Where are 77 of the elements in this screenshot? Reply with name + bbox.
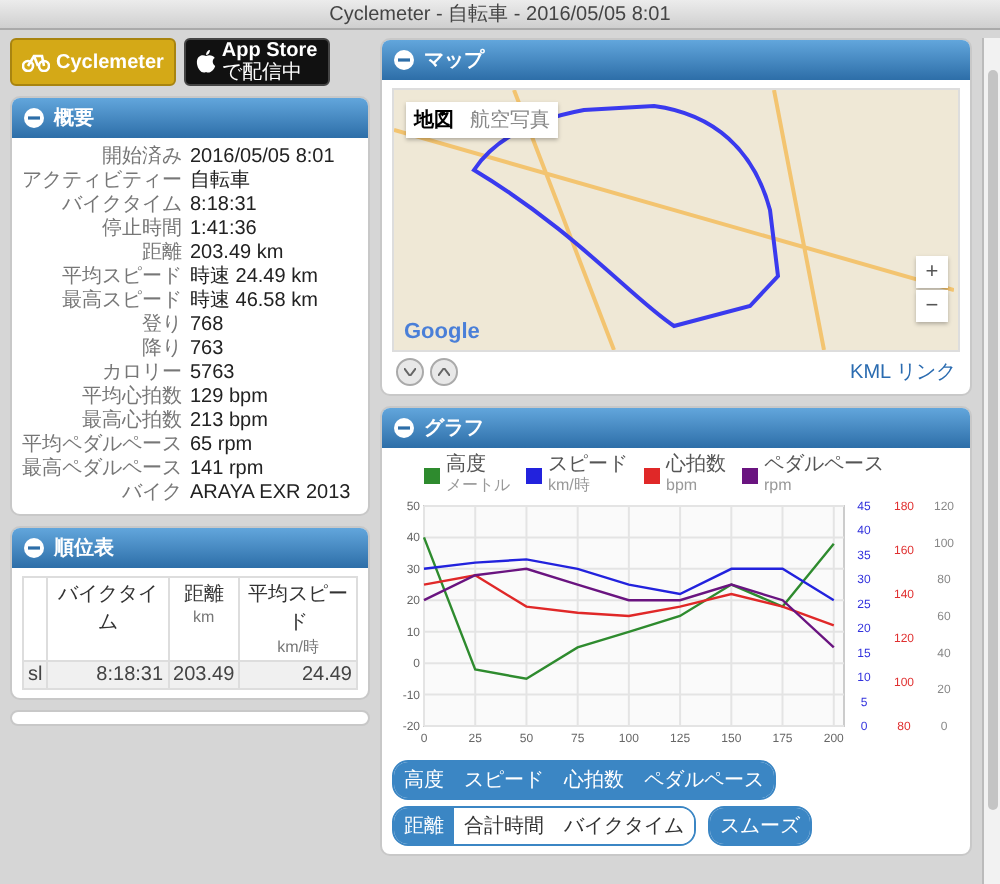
map-type-tab[interactable]: 航空写真 [462,102,558,138]
field-value: 8:18:31 [190,194,257,218]
field-label: アクティビティー [22,170,182,194]
legend-unit: km/時 [548,476,592,494]
app-store-badge[interactable]: App Store で配信中 [183,38,330,86]
field-value: 時速 46.58 km [190,290,318,314]
scrollbar-thumb[interactable] [987,70,997,810]
toggle-button[interactable]: 距離 [394,808,454,844]
legend-label: 高度 [446,456,488,476]
toggle-button[interactable]: 高度 [394,762,454,798]
field-value: 自転車 [190,170,250,194]
chevron-up-icon [438,368,450,376]
collapse-icon[interactable] [24,108,44,128]
badge-label: App Store [221,40,318,62]
panel-title: グラフ [424,416,484,442]
legend-label: 心拍数 [666,456,726,476]
toggle-button[interactable]: スムーズ [710,808,810,844]
kml-link[interactable]: KML リンク [850,358,956,386]
field-label: 平均心拍数 [80,386,182,409]
field-value: 1:41:36 [190,218,257,242]
field-label: 平均ペダルペース [22,434,182,457]
field-label: バイク [120,482,182,506]
zoom-out-button[interactable]: − [916,290,948,322]
legend-label: ペダルペース [764,456,884,476]
collapse-icon[interactable] [394,50,414,70]
field-value: 213 bpm [190,410,268,434]
window-title: Cyclemeter - 自転車 - 2016/05/05 8:01 [329,1,671,28]
map-type-tab[interactable]: 地図 [406,102,462,138]
field-value: 5763 [190,362,235,386]
badge-sublabel: で配信中 [221,64,304,84]
scrollbar[interactable] [982,38,1000,884]
field-value: 2016/05/05 8:01 [190,146,335,169]
field-value: 763 [190,338,224,362]
panel-title: 概要 [54,105,94,132]
field-value: 129 bpm [190,386,268,410]
panel-title: マップ [424,46,484,74]
collapse-icon[interactable] [394,418,414,438]
field-label: 最高心拍数 [80,410,182,434]
legend-unit: メートル [446,476,510,494]
chevron-down-icon [404,368,416,376]
apple-icon [195,50,216,74]
field-value: 65 rpm [190,434,253,458]
map-logo: Google [404,320,480,344]
collapse-button[interactable] [396,358,424,386]
field-label: 最高スピード [60,290,182,314]
table-header [23,577,48,661]
field-value: 時速 24.49 km [190,266,318,289]
field-value: 768 [190,314,224,338]
legend-unit: rpm [764,476,794,494]
zoom-in-button[interactable]: + [916,256,948,288]
field-label: 登り [140,314,182,338]
legend-label: スピード [548,456,628,476]
bicycle-icon [22,52,50,72]
field-label: バイクタイム [60,194,182,217]
table-cell: 8:18:31 [47,661,169,689]
legend-unit: bpm [666,476,700,494]
field-label: 停止時間 [100,218,182,242]
toggle-button[interactable]: 心拍数 [554,762,634,798]
field-value: 141 rpm [190,458,264,482]
field-value: 203.49 km [190,242,284,265]
collapse-icon[interactable] [24,538,44,558]
badge-label: Cyclemeter [56,51,164,73]
field-label: 降り [140,338,182,362]
map-placeholder[interactable]: 地図 航空写真 + − Google [392,88,960,352]
toggle-button[interactable]: ペダルペース [634,762,774,798]
field-label: 開始済み [100,146,182,170]
toggle-button[interactable]: スピード [454,762,554,798]
table-cell: 24.49 [239,661,357,689]
field-label: 距離 [142,242,182,266]
table-cell: sl [23,661,48,689]
field-label: 平均スピード [60,266,182,289]
field-label: 最高ペダルペース [22,458,182,482]
field-value: ARAYA EXR 2013 [190,482,351,506]
panel-title: 順位表 [54,535,114,562]
field-label: カロリー [100,362,182,385]
table-cell: 203.49 [168,661,240,689]
expand-button[interactable] [430,358,458,386]
